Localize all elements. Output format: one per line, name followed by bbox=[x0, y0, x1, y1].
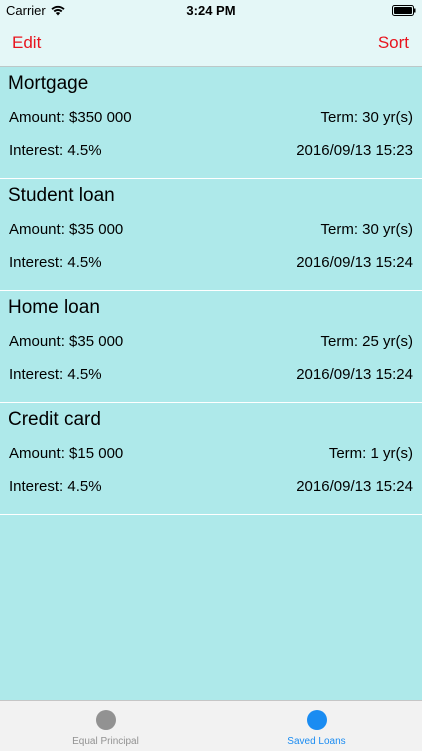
loan-amount: Amount: $15 000 bbox=[9, 445, 124, 462]
tab-bar: Equal Principal Saved Loans bbox=[0, 700, 422, 751]
circle-icon bbox=[95, 710, 116, 730]
loan-interest: Interest: 4.5% bbox=[9, 366, 102, 383]
loan-amount: Amount: $35 000 bbox=[9, 221, 124, 238]
loan-amount: Amount: $350 000 bbox=[9, 109, 132, 126]
loan-name: Mortgage bbox=[8, 73, 89, 94]
loan-term: Term: 1 yr(s) bbox=[328, 445, 413, 462]
loan-name: Student loan bbox=[8, 185, 115, 206]
loan-item[interactable]: Credit card Amount: $15 000 Term: 1 yr(s… bbox=[0, 403, 422, 515]
edit-button[interactable]: Edit bbox=[12, 33, 41, 53]
loan-name: Credit card bbox=[8, 409, 101, 430]
loan-list: Mortgage Amount: $350 000 Term: 30 yr(s)… bbox=[0, 67, 422, 515]
loan-interest: Interest: 4.5% bbox=[9, 254, 102, 271]
navigation-bar: Edit Sort bbox=[0, 22, 422, 67]
status-time: 3:24 PM bbox=[186, 3, 236, 18]
tab-label: Equal Principal bbox=[72, 736, 139, 747]
loan-name: Home loan bbox=[8, 297, 100, 318]
loan-term: Term: 30 yr(s) bbox=[320, 109, 413, 126]
loan-interest: Interest: 4.5% bbox=[9, 478, 102, 495]
tab-equal-principal[interactable]: Equal Principal bbox=[0, 701, 211, 751]
status-bar: Carrier 3:24 PM bbox=[0, 0, 422, 22]
loan-date: 2016/09/13 15:24 bbox=[296, 254, 413, 271]
tab-label: Saved Loans bbox=[287, 736, 346, 747]
loan-amount: Amount: $35 000 bbox=[9, 333, 124, 350]
loan-date: 2016/09/13 15:24 bbox=[296, 366, 413, 383]
loan-date: 2016/09/13 15:23 bbox=[296, 142, 413, 159]
tab-saved-loans[interactable]: Saved Loans bbox=[211, 701, 422, 751]
loan-term: Term: 30 yr(s) bbox=[320, 221, 413, 238]
loan-interest: Interest: 4.5% bbox=[9, 142, 102, 159]
loan-item[interactable]: Student loan Amount: $35 000 Term: 30 yr… bbox=[0, 179, 422, 291]
loan-date: 2016/09/13 15:24 bbox=[296, 478, 413, 495]
loan-item[interactable]: Home loan Amount: $35 000 Term: 25 yr(s)… bbox=[0, 291, 422, 403]
sort-button[interactable]: Sort bbox=[378, 33, 409, 53]
circle-icon bbox=[306, 710, 327, 730]
loan-term: Term: 25 yr(s) bbox=[320, 333, 413, 350]
loan-item[interactable]: Mortgage Amount: $350 000 Term: 30 yr(s)… bbox=[0, 67, 422, 179]
battery-icon bbox=[392, 5, 416, 16]
